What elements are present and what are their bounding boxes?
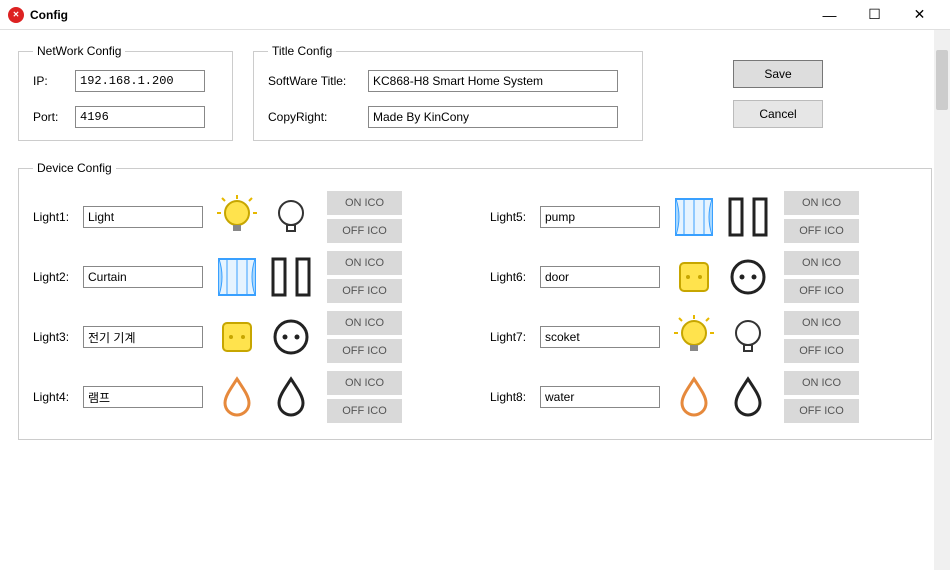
device-name-input-7[interactable] xyxy=(540,326,660,348)
scrollbar-thumb[interactable] xyxy=(936,50,948,110)
off-ico-button-6[interactable]: OFF ICO xyxy=(784,279,859,303)
device-ico-buttons-3: ON ICO OFF ICO xyxy=(327,311,402,363)
device-ico-buttons-2: ON ICO OFF ICO xyxy=(327,251,402,303)
device-name-input-1[interactable] xyxy=(83,206,203,228)
on-ico-button-4[interactable]: ON ICO xyxy=(327,371,402,395)
device-row-2: Light2: ON ICO OFF ICO xyxy=(33,247,460,307)
maximize-button[interactable]: ☐ xyxy=(852,1,897,29)
socket-icon-off xyxy=(267,313,315,361)
device-row-1: Light1: ON ICO OFF ICO xyxy=(33,187,460,247)
device-label-1: Light1: xyxy=(33,210,83,224)
off-ico-button-7[interactable]: OFF ICO xyxy=(784,339,859,363)
water-drop-icon-on xyxy=(213,373,261,421)
copyright-input[interactable] xyxy=(368,106,618,128)
device-ico-buttons-1: ON ICO OFF ICO xyxy=(327,191,402,243)
on-ico-button-5[interactable]: ON ICO xyxy=(784,191,859,215)
water-drop-icon-off xyxy=(724,373,772,421)
device-config-group: Device Config Light1:ON ICOOFF ICOLight2… xyxy=(18,161,932,440)
on-ico-button-1[interactable]: ON ICO xyxy=(327,191,402,215)
network-config-legend: NetWork Config xyxy=(33,44,125,58)
off-ico-button-1[interactable]: OFF ICO xyxy=(327,219,402,243)
cancel-button[interactable]: Cancel xyxy=(733,100,823,128)
curtain-icon-off xyxy=(267,253,315,301)
ip-label: IP: xyxy=(33,74,75,88)
device-name-input-2[interactable] xyxy=(83,266,203,288)
off-ico-button-8[interactable]: OFF ICO xyxy=(784,399,859,423)
minimize-button[interactable]: — xyxy=(807,1,852,29)
bulb-icon-on xyxy=(213,193,261,241)
port-label: Port: xyxy=(33,110,75,124)
device-label-2: Light2: xyxy=(33,270,83,284)
save-button[interactable]: Save xyxy=(733,60,823,88)
device-label-8: Light8: xyxy=(490,390,540,404)
device-row-4: Light4: ON ICO OFF ICO xyxy=(33,367,460,427)
device-row-3: Light3: ON ICO OFF ICO xyxy=(33,307,460,367)
socket-icon-on xyxy=(213,313,261,361)
device-ico-buttons-5: ON ICO OFF ICO xyxy=(784,191,859,243)
network-config-group: NetWork Config IP: Port: xyxy=(18,44,233,141)
on-ico-button-3[interactable]: ON ICO xyxy=(327,311,402,335)
vertical-scrollbar[interactable] xyxy=(934,30,950,570)
on-ico-button-8[interactable]: ON ICO xyxy=(784,371,859,395)
socket-icon-on xyxy=(670,253,718,301)
device-name-input-6[interactable] xyxy=(540,266,660,288)
off-ico-button-5[interactable]: OFF ICO xyxy=(784,219,859,243)
device-label-3: Light3: xyxy=(33,330,83,344)
bulb-icon-off xyxy=(267,193,315,241)
off-ico-button-3[interactable]: OFF ICO xyxy=(327,339,402,363)
water-drop-icon-on xyxy=(670,373,718,421)
device-name-input-3[interactable] xyxy=(83,326,203,348)
window-title: Config xyxy=(30,8,807,22)
action-buttons: Save Cancel xyxy=(733,44,823,141)
device-name-input-4[interactable] xyxy=(83,386,203,408)
bulb-icon-on xyxy=(670,313,718,361)
software-title-label: SoftWare Title: xyxy=(268,74,368,88)
device-row-6: Light6: ON ICO OFF ICO xyxy=(490,247,917,307)
port-input[interactable] xyxy=(75,106,205,128)
device-ico-buttons-8: ON ICO OFF ICO xyxy=(784,371,859,423)
off-ico-button-4[interactable]: OFF ICO xyxy=(327,399,402,423)
title-config-legend: Title Config xyxy=(268,44,336,58)
app-icon: ✕ xyxy=(8,7,24,23)
device-row-8: Light8: ON ICO OFF ICO xyxy=(490,367,917,427)
off-ico-button-2[interactable]: OFF ICO xyxy=(327,279,402,303)
device-ico-buttons-7: ON ICO OFF ICO xyxy=(784,311,859,363)
device-label-7: Light7: xyxy=(490,330,540,344)
device-name-input-8[interactable] xyxy=(540,386,660,408)
device-row-5: Light5: ON ICO OFF ICO xyxy=(490,187,917,247)
device-ico-buttons-4: ON ICO OFF ICO xyxy=(327,371,402,423)
window-controls: — ☐ ✕ xyxy=(807,1,942,29)
water-drop-icon-off xyxy=(267,373,315,421)
device-ico-buttons-6: ON ICO OFF ICO xyxy=(784,251,859,303)
device-label-5: Light5: xyxy=(490,210,540,224)
on-ico-button-6[interactable]: ON ICO xyxy=(784,251,859,275)
close-button[interactable]: ✕ xyxy=(897,1,942,29)
device-label-4: Light4: xyxy=(33,390,83,404)
socket-icon-off xyxy=(724,253,772,301)
device-name-input-5[interactable] xyxy=(540,206,660,228)
title-config-group: Title Config SoftWare Title: CopyRight: xyxy=(253,44,643,141)
software-title-input[interactable] xyxy=(368,70,618,92)
device-row-7: Light7: ON ICO OFF ICO xyxy=(490,307,917,367)
copyright-label: CopyRight: xyxy=(268,110,368,124)
content-area: NetWork Config IP: Port: Title Config So… xyxy=(0,30,950,454)
device-label-6: Light6: xyxy=(490,270,540,284)
titlebar: ✕ Config — ☐ ✕ xyxy=(0,0,950,30)
curtain-icon-on xyxy=(670,193,718,241)
curtain-icon-on xyxy=(213,253,261,301)
bulb-icon-off xyxy=(724,313,772,361)
on-ico-button-2[interactable]: ON ICO xyxy=(327,251,402,275)
device-config-legend: Device Config xyxy=(33,161,116,175)
curtain-icon-off xyxy=(724,193,772,241)
ip-input[interactable] xyxy=(75,70,205,92)
on-ico-button-7[interactable]: ON ICO xyxy=(784,311,859,335)
